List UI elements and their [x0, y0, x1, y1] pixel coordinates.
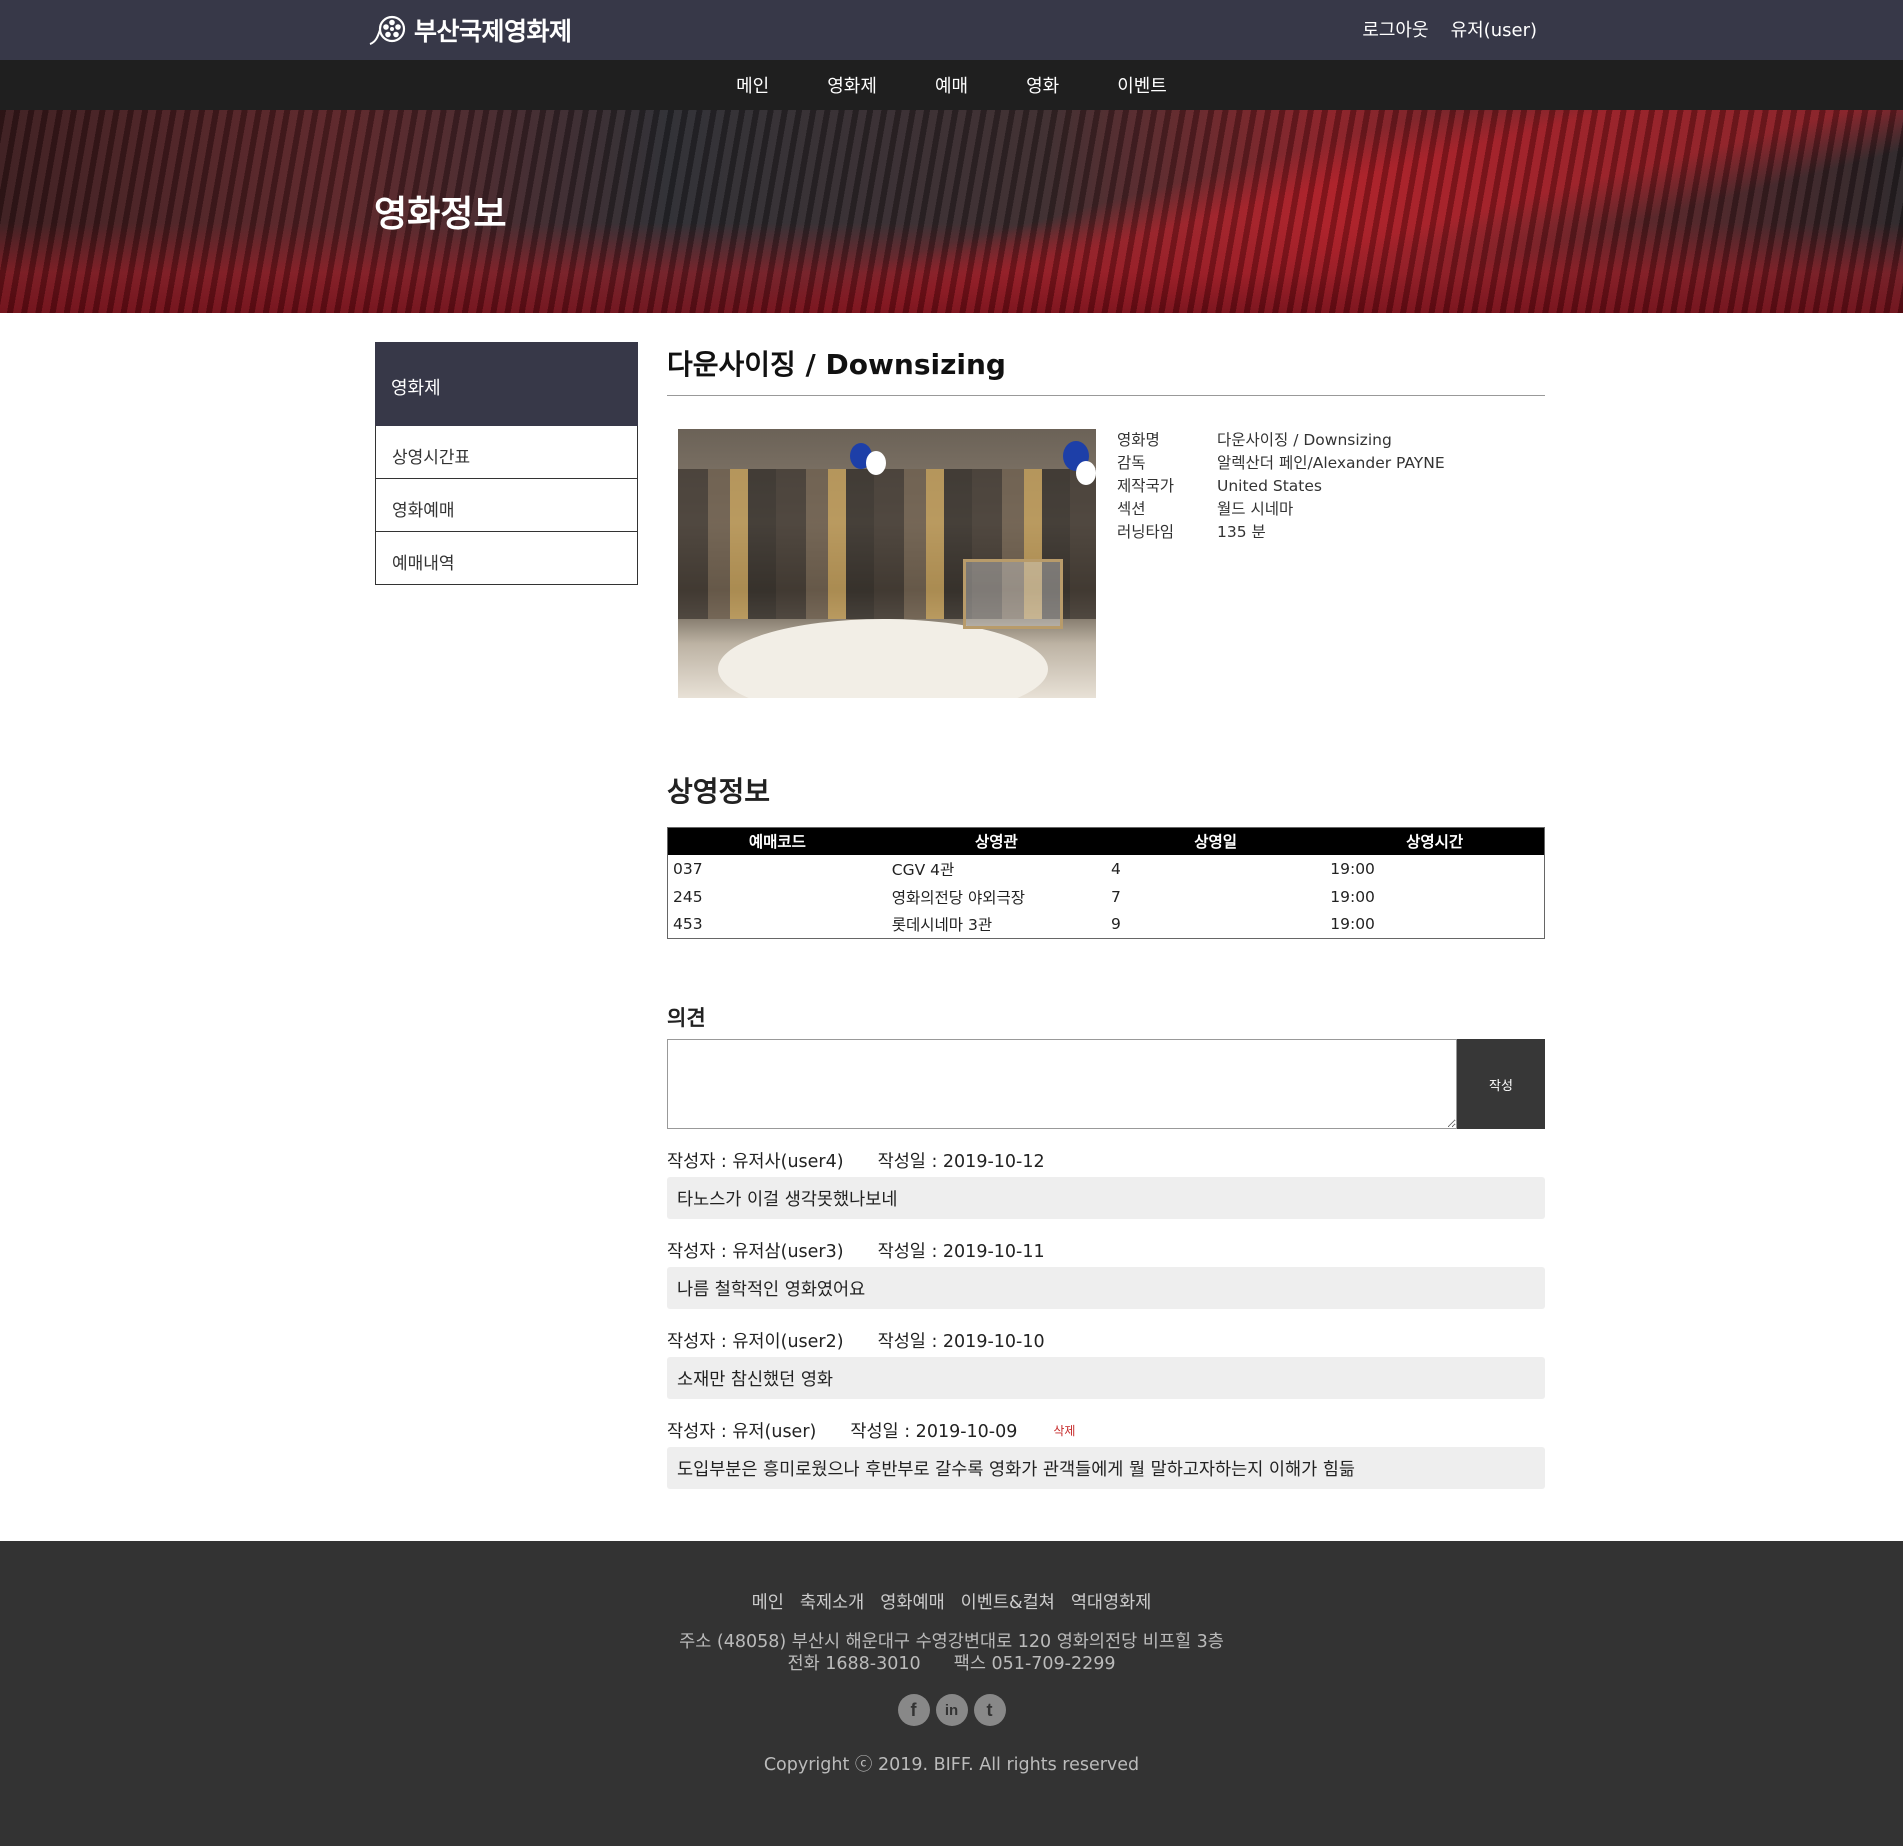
film-reel-icon — [369, 15, 406, 45]
comment-meta: 작성자 : 유저이(user2) 작성일 : 2019-10-10 — [667, 1325, 1545, 1355]
comment-date: 작성일 : 2019-10-12 — [877, 1151, 1045, 1172]
footer-phone: 전화 1688-3010 — [787, 1654, 921, 1674]
linkedin-icon[interactable]: in — [935, 1694, 968, 1726]
nav-item-booking[interactable]: 예매 — [906, 72, 997, 98]
footer-fax: 팩스 051-709-2299 — [953, 1654, 1116, 1674]
comment-item: 작성자 : 유저(user) 작성일 : 2019-10-09 삭제 도입부분은… — [667, 1415, 1545, 1489]
footer-address: 주소 (48058) 부산시 해운대구 수영강변대로 120 영화의전당 비프힐… — [679, 1632, 1224, 1652]
comment-item: 작성자 : 유저삼(user3) 작성일 : 2019-10-11 나름 철학적… — [667, 1235, 1545, 1309]
column-header-time: 상영시간 — [1325, 827, 1545, 855]
nav-item-main[interactable]: 메인 — [707, 72, 798, 98]
sidebar: 영화제 상영시간표 영화예매 예매내역 — [375, 342, 638, 585]
comment-meta: 작성자 : 유저사(user4) 작성일 : 2019-10-12 — [667, 1145, 1545, 1175]
footer-link-event[interactable]: 이벤트&컬쳐 — [961, 1589, 1055, 1614]
logo-text: 부산국제영화제 — [414, 17, 572, 46]
nav-item-festival[interactable]: 영화제 — [798, 72, 906, 98]
table-header-row: 예매코드 상영관 상영일 상영시간 — [667, 827, 1545, 855]
comment-meta: 작성자 : 유저(user) 작성일 : 2019-10-09 삭제 — [667, 1415, 1545, 1445]
schedule-table: 예매코드 상영관 상영일 상영시간 037 CGV 4관 4 19:00 245… — [667, 827, 1545, 939]
top-bar: 부산국제영화제 로그아웃 유저(user) — [0, 0, 1903, 60]
info-row-title: 영화명 다운사이징 / Downsizing — [1117, 431, 1392, 449]
main-content: 다운사이징 / Downsizing 영화명 다운사이징 / Downsizin… — [667, 342, 1545, 1489]
info-row-runtime: 러닝타임 135 분 — [1117, 523, 1266, 541]
footer-link-main[interactable]: 메인 — [752, 1589, 784, 1614]
sidebar-item-schedule[interactable]: 상영시간표 — [375, 426, 638, 479]
user-links: 로그아웃 유저(user) — [1362, 16, 1537, 42]
movie-info: 영화명 다운사이징 / Downsizing 감독 알렉산더 페인/Alexan… — [1117, 429, 1445, 544]
sidebar-item-booking[interactable]: 영화예매 — [375, 479, 638, 532]
comment-date: 작성일 : 2019-10-09 — [850, 1421, 1018, 1442]
footer-contact: 전화 1688-3010 팩스 051-709-2299 — [0, 1653, 1903, 1675]
table-row: 245 영화의전당 야외극장 7 19:00 — [673, 887, 1375, 907]
info-row-director: 감독 알렉산더 페인/Alexander PAYNE — [1117, 454, 1445, 472]
footer-links: 메인 축제소개 영화예매 이벤트&컬쳐 역대영화제 — [0, 1589, 1903, 1614]
site-logo[interactable]: 부산국제영화제 — [368, 10, 572, 50]
footer-link-booking[interactable]: 영화예매 — [880, 1589, 944, 1614]
comment-author: 작성자 : 유저(user) — [667, 1421, 817, 1442]
nav-item-event[interactable]: 이벤트 — [1088, 72, 1196, 98]
comment-body: 나름 철학적인 영화였어요 — [667, 1267, 1545, 1309]
comment-author: 작성자 : 유저삼(user3) — [667, 1241, 844, 1262]
comment-author: 작성자 : 유저이(user2) — [667, 1331, 844, 1352]
info-row-section: 섹션 월드 시네마 — [1117, 500, 1294, 518]
comment-item: 작성자 : 유저이(user2) 작성일 : 2019-10-10 소재만 참신… — [667, 1325, 1545, 1399]
column-header-theater: 상영관 — [886, 827, 1106, 855]
column-header-code: 예매코드 — [667, 827, 887, 855]
schedule-title: 상영정보 — [667, 775, 771, 808]
comment-body: 타노스가 이걸 생각못했나보네 — [667, 1177, 1545, 1219]
movie-title-separator: / — [795, 348, 826, 381]
opinion-title: 의견 — [667, 1006, 706, 1030]
twitter-icon[interactable]: t — [973, 1694, 1006, 1726]
main-nav: 메인 영화제 예매 영화 이벤트 — [0, 60, 1903, 110]
footer-link-about[interactable]: 축제소개 — [800, 1589, 864, 1614]
comment-meta: 작성자 : 유저삼(user3) 작성일 : 2019-10-11 — [667, 1235, 1545, 1265]
movie-title-ko: 다운사이징 — [667, 348, 796, 381]
column-header-date: 상영일 — [1106, 827, 1326, 855]
footer-address-block: 주소 (48058) 부산시 해운대구 수영강변대로 120 영화의전당 비프힐… — [0, 1631, 1903, 1675]
movie-title-en: Downsizing — [825, 348, 1006, 381]
facebook-icon[interactable]: f — [897, 1694, 930, 1726]
comment-author: 작성자 : 유저사(user4) — [667, 1151, 844, 1172]
sidebar-heading: 영화제 — [375, 342, 638, 426]
delete-comment-link[interactable]: 삭제 — [1053, 1422, 1075, 1439]
comment-date: 작성일 : 2019-10-11 — [877, 1241, 1045, 1262]
nav-item-movie[interactable]: 영화 — [997, 72, 1088, 98]
opinion-textarea[interactable] — [667, 1039, 1457, 1129]
comment-body: 도입부분은 흥미로웠으나 후반부로 갈수록 영화가 관객들에게 뭘 말하고자하는… — [667, 1447, 1545, 1489]
footer-link-history[interactable]: 역대영화제 — [1071, 1589, 1152, 1614]
info-row-country: 제작국가 United States — [1117, 477, 1322, 495]
social-links: f in t — [0, 1694, 1903, 1726]
user-name-link[interactable]: 유저(user) — [1451, 16, 1537, 42]
site-footer: 메인 축제소개 영화예매 이벤트&컬쳐 역대영화제 주소 (48058) 부산시… — [0, 1541, 1903, 1846]
submit-opinion-button[interactable]: 작성 — [1457, 1039, 1545, 1129]
sidebar-item-booking-history[interactable]: 예매내역 — [375, 532, 638, 585]
copyright: Copyright ⓒ 2019. BIFF. All rights reser… — [763, 1755, 1140, 1775]
comment-body: 소재만 참신했던 영화 — [667, 1357, 1545, 1399]
movie-title: 다운사이징 / Downsizing — [667, 342, 1545, 396]
comment-item: 작성자 : 유저사(user4) 작성일 : 2019-10-12 타노스가 이… — [667, 1145, 1545, 1219]
comment-date: 작성일 : 2019-10-10 — [877, 1331, 1045, 1352]
page-banner: 영화정보 — [0, 110, 1903, 313]
logout-link[interactable]: 로그아웃 — [1362, 16, 1428, 42]
table-row: 037 CGV 4관 4 19:00 — [673, 859, 1375, 879]
page-title: 영화정보 — [374, 194, 507, 235]
movie-poster — [678, 429, 1096, 698]
table-row: 453 롯데시네마 3관 9 19:00 — [673, 915, 1375, 935]
